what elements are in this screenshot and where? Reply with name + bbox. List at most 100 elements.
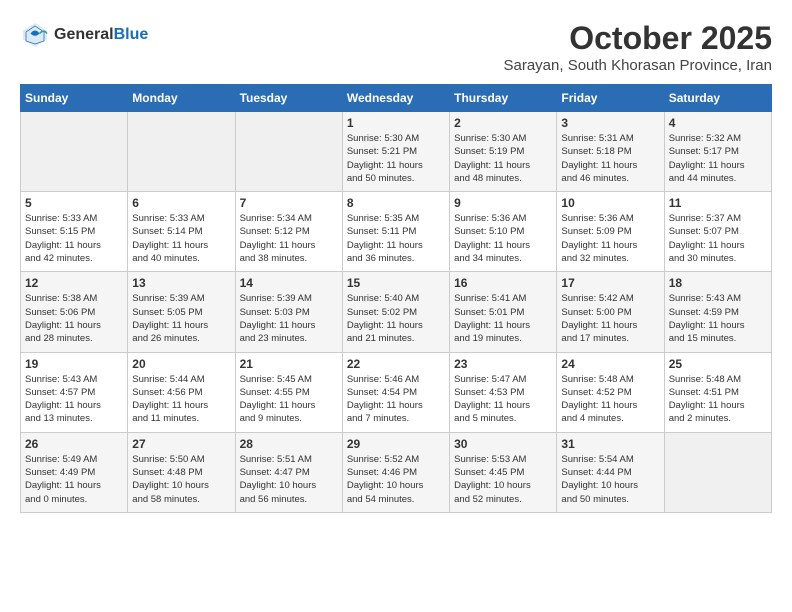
calendar-cell: 10Sunrise: 5:36 AM Sunset: 5:09 PM Dayli… xyxy=(557,192,664,272)
day-number: 1 xyxy=(347,116,445,130)
day-number: 14 xyxy=(240,276,338,290)
day-info: Sunrise: 5:37 AM Sunset: 5:07 PM Dayligh… xyxy=(669,212,767,265)
calendar-week-1: 1 Sunrise: 5:30 AM Sunset: 5:21 PM Daylig… xyxy=(21,112,772,192)
calendar-cell: 28Sunrise: 5:51 AM Sunset: 4:47 PM Dayli… xyxy=(235,432,342,512)
day-number: 19 xyxy=(25,357,123,371)
day-number: 21 xyxy=(240,357,338,371)
calendar-cell xyxy=(664,432,771,512)
day-info: Sunrise: 5:41 AM Sunset: 5:01 PM Dayligh… xyxy=(454,292,552,345)
title-block: October 2025 Sarayan, South Khorasan Pro… xyxy=(504,20,773,74)
day-number: 11 xyxy=(669,196,767,210)
day-number: 7 xyxy=(240,196,338,210)
calendar-cell xyxy=(21,112,128,192)
calendar-week-3: 12 Sunrise: 5:38 AM Sunset: 5:06 PM Dayli… xyxy=(21,272,772,352)
day-number: 8 xyxy=(347,196,445,210)
calendar-cell: 3 Sunrise: 5:31 AM Sunset: 5:18 PM Daylig… xyxy=(557,112,664,192)
day-number: 29 xyxy=(347,437,445,451)
month-title: October 2025 xyxy=(504,20,773,57)
calendar-cell: 20 Sunrise: 5:44 AM Sunset: 4:56 PM Dayli… xyxy=(128,352,235,432)
calendar-cell: 1 Sunrise: 5:30 AM Sunset: 5:21 PM Daylig… xyxy=(342,112,449,192)
calendar-cell: 17Sunrise: 5:42 AM Sunset: 5:00 PM Dayli… xyxy=(557,272,664,352)
day-number: 27 xyxy=(132,437,230,451)
day-info: Sunrise: 5:39 AM Sunset: 5:03 PM Dayligh… xyxy=(240,292,338,345)
calendar-cell xyxy=(128,112,235,192)
day-header-saturday: Saturday xyxy=(664,85,771,112)
calendar-cell: 29 Sunrise: 5:52 AM Sunset: 4:46 PM Dayli… xyxy=(342,432,449,512)
day-info: Sunrise: 5:34 AM Sunset: 5:12 PM Dayligh… xyxy=(240,212,338,265)
calendar-cell: 30 Sunrise: 5:53 AM Sunset: 4:45 PM Dayli… xyxy=(450,432,557,512)
day-number: 2 xyxy=(454,116,552,130)
calendar-cell: 6 Sunrise: 5:33 AM Sunset: 5:14 PM Daylig… xyxy=(128,192,235,272)
day-header-sunday: Sunday xyxy=(21,85,128,112)
day-info: Sunrise: 5:40 AM Sunset: 5:02 PM Dayligh… xyxy=(347,292,445,345)
day-info: Sunrise: 5:43 AM Sunset: 4:57 PM Dayligh… xyxy=(25,373,123,426)
calendar-cell: 5Sunrise: 5:33 AM Sunset: 5:15 PM Daylig… xyxy=(21,192,128,272)
calendar-cell: 26Sunrise: 5:49 AM Sunset: 4:49 PM Dayli… xyxy=(21,432,128,512)
calendar-week-5: 26Sunrise: 5:49 AM Sunset: 4:49 PM Dayli… xyxy=(21,432,772,512)
day-info: Sunrise: 5:54 AM Sunset: 4:44 PM Dayligh… xyxy=(561,453,659,506)
day-info: Sunrise: 5:30 AM Sunset: 5:21 PM Dayligh… xyxy=(347,132,445,185)
calendar-week-4: 19 Sunrise: 5:43 AM Sunset: 4:57 PM Dayli… xyxy=(21,352,772,432)
day-info: Sunrise: 5:50 AM Sunset: 4:48 PM Dayligh… xyxy=(132,453,230,506)
day-info: Sunrise: 5:53 AM Sunset: 4:45 PM Dayligh… xyxy=(454,453,552,506)
day-number: 15 xyxy=(347,276,445,290)
day-number: 20 xyxy=(132,357,230,371)
logo: GeneralBlue xyxy=(20,20,148,50)
day-number: 12 xyxy=(25,276,123,290)
day-number: 10 xyxy=(561,196,659,210)
day-info: Sunrise: 5:32 AM Sunset: 5:17 PM Dayligh… xyxy=(669,132,767,185)
day-number: 4 xyxy=(669,116,767,130)
calendar-cell: 19 Sunrise: 5:43 AM Sunset: 4:57 PM Dayli… xyxy=(21,352,128,432)
day-info: Sunrise: 5:38 AM Sunset: 5:06 PM Dayligh… xyxy=(25,292,123,345)
calendar-cell: 15 Sunrise: 5:40 AM Sunset: 5:02 PM Dayli… xyxy=(342,272,449,352)
day-info: Sunrise: 5:36 AM Sunset: 5:10 PM Dayligh… xyxy=(454,212,552,265)
logo-text: GeneralBlue xyxy=(54,26,148,44)
day-info: Sunrise: 5:43 AM Sunset: 4:59 PM Dayligh… xyxy=(669,292,767,345)
day-info: Sunrise: 5:42 AM Sunset: 5:00 PM Dayligh… xyxy=(561,292,659,345)
day-number: 30 xyxy=(454,437,552,451)
day-number: 28 xyxy=(240,437,338,451)
day-info: Sunrise: 5:33 AM Sunset: 5:14 PM Dayligh… xyxy=(132,212,230,265)
calendar-cell: 2Sunrise: 5:30 AM Sunset: 5:19 PM Daylig… xyxy=(450,112,557,192)
day-info: Sunrise: 5:52 AM Sunset: 4:46 PM Dayligh… xyxy=(347,453,445,506)
location-subtitle: Sarayan, South Khorasan Province, Iran xyxy=(504,57,773,74)
calendar-cell: 9Sunrise: 5:36 AM Sunset: 5:10 PM Daylig… xyxy=(450,192,557,272)
day-number: 6 xyxy=(132,196,230,210)
calendar-cell: 23Sunrise: 5:47 AM Sunset: 4:53 PM Dayli… xyxy=(450,352,557,432)
day-number: 25 xyxy=(669,357,767,371)
day-number: 13 xyxy=(132,276,230,290)
day-number: 31 xyxy=(561,437,659,451)
logo-icon xyxy=(20,20,50,50)
calendar-cell: 14 Sunrise: 5:39 AM Sunset: 5:03 PM Dayli… xyxy=(235,272,342,352)
calendar-cell: 13Sunrise: 5:39 AM Sunset: 5:05 PM Dayli… xyxy=(128,272,235,352)
calendar-cell: 27 Sunrise: 5:50 AM Sunset: 4:48 PM Dayli… xyxy=(128,432,235,512)
calendar-cell: 11 Sunrise: 5:37 AM Sunset: 5:07 PM Dayli… xyxy=(664,192,771,272)
day-info: Sunrise: 5:45 AM Sunset: 4:55 PM Dayligh… xyxy=(240,373,338,426)
calendar-cell xyxy=(235,112,342,192)
day-header-wednesday: Wednesday xyxy=(342,85,449,112)
day-info: Sunrise: 5:31 AM Sunset: 5:18 PM Dayligh… xyxy=(561,132,659,185)
calendar-week-2: 5Sunrise: 5:33 AM Sunset: 5:15 PM Daylig… xyxy=(21,192,772,272)
calendar-cell: 7 Sunrise: 5:34 AM Sunset: 5:12 PM Daylig… xyxy=(235,192,342,272)
calendar-cell: 31 Sunrise: 5:54 AM Sunset: 4:44 PM Dayli… xyxy=(557,432,664,512)
calendar-cell: 16 Sunrise: 5:41 AM Sunset: 5:01 PM Dayli… xyxy=(450,272,557,352)
calendar-cell: 8Sunrise: 5:35 AM Sunset: 5:11 PM Daylig… xyxy=(342,192,449,272)
day-info: Sunrise: 5:48 AM Sunset: 4:52 PM Dayligh… xyxy=(561,373,659,426)
page-header: GeneralBlue October 2025 Sarayan, South … xyxy=(20,20,772,74)
calendar-cell: 21 Sunrise: 5:45 AM Sunset: 4:55 PM Dayli… xyxy=(235,352,342,432)
calendar-cell: 4 Sunrise: 5:32 AM Sunset: 5:17 PM Daylig… xyxy=(664,112,771,192)
day-number: 24 xyxy=(561,357,659,371)
calendar-cell: 22 Sunrise: 5:46 AM Sunset: 4:54 PM Dayli… xyxy=(342,352,449,432)
calendar-cell: 25Sunrise: 5:48 AM Sunset: 4:51 PM Dayli… xyxy=(664,352,771,432)
day-number: 5 xyxy=(25,196,123,210)
day-number: 23 xyxy=(454,357,552,371)
day-info: Sunrise: 5:46 AM Sunset: 4:54 PM Dayligh… xyxy=(347,373,445,426)
calendar-cell: 18Sunrise: 5:43 AM Sunset: 4:59 PM Dayli… xyxy=(664,272,771,352)
day-info: Sunrise: 5:49 AM Sunset: 4:49 PM Dayligh… xyxy=(25,453,123,506)
day-header-thursday: Thursday xyxy=(450,85,557,112)
day-info: Sunrise: 5:44 AM Sunset: 4:56 PM Dayligh… xyxy=(132,373,230,426)
day-number: 22 xyxy=(347,357,445,371)
day-header-monday: Monday xyxy=(128,85,235,112)
day-number: 16 xyxy=(454,276,552,290)
day-number: 3 xyxy=(561,116,659,130)
